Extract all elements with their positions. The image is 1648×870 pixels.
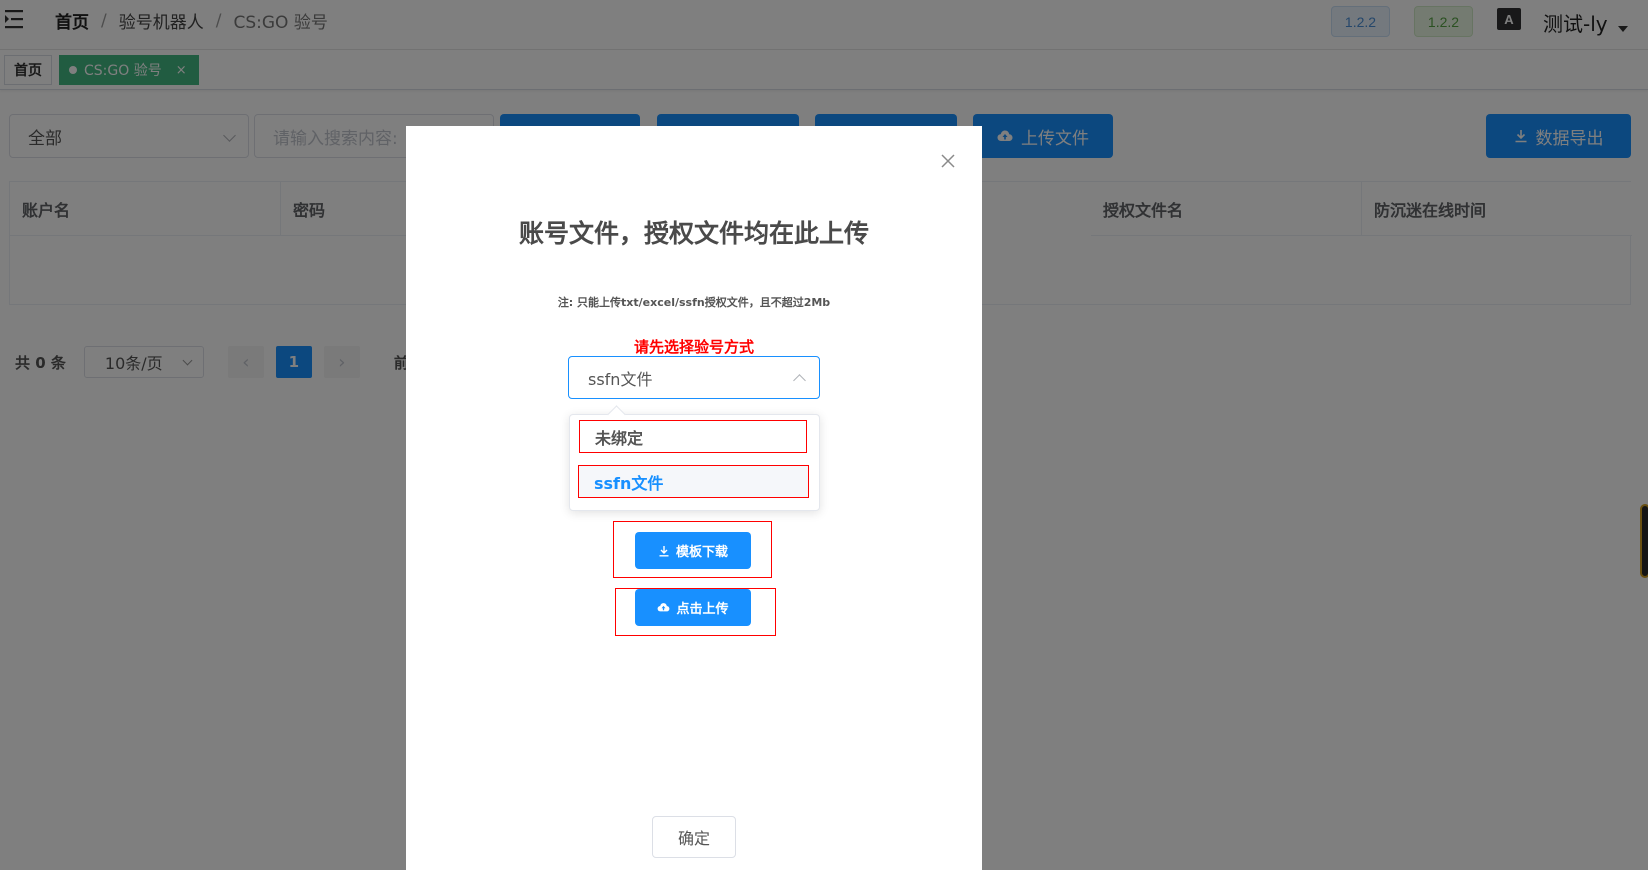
upload-dialog: 账号文件，授权文件均在此上传 注: 只能上传txt/excel/ssfn授权文件… [406, 126, 982, 870]
option-unbound[interactable]: 未绑定 [579, 420, 807, 453]
click-upload-button[interactable]: 点击上传 [635, 589, 751, 626]
verify-method-value: ssfn文件 [588, 369, 653, 389]
cloud-upload-icon [658, 603, 670, 612]
verify-method-select[interactable]: ssfn文件 [568, 356, 820, 399]
download-icon [659, 545, 669, 556]
close-icon[interactable] [937, 150, 959, 172]
dialog-title: 账号文件，授权文件均在此上传 [518, 219, 869, 248]
confirm-button[interactable]: 确定 [652, 816, 736, 858]
method-warning: 请先选择验号方式 [633, 338, 754, 356]
template-download-label: 模板下载 [675, 545, 728, 560]
click-upload-label: 点击上传 [676, 602, 729, 617]
template-download-button[interactable]: 模板下载 [635, 532, 751, 569]
verify-method-dropdown: 未绑定 ssfn文件 [569, 414, 820, 511]
chevron-up-icon [793, 374, 806, 387]
upload-note: 注: 只能上传txt/excel/ssfn授权文件，且不超过2Mb [557, 296, 831, 309]
option-ssfn-file[interactable]: ssfn文件 [578, 465, 809, 498]
